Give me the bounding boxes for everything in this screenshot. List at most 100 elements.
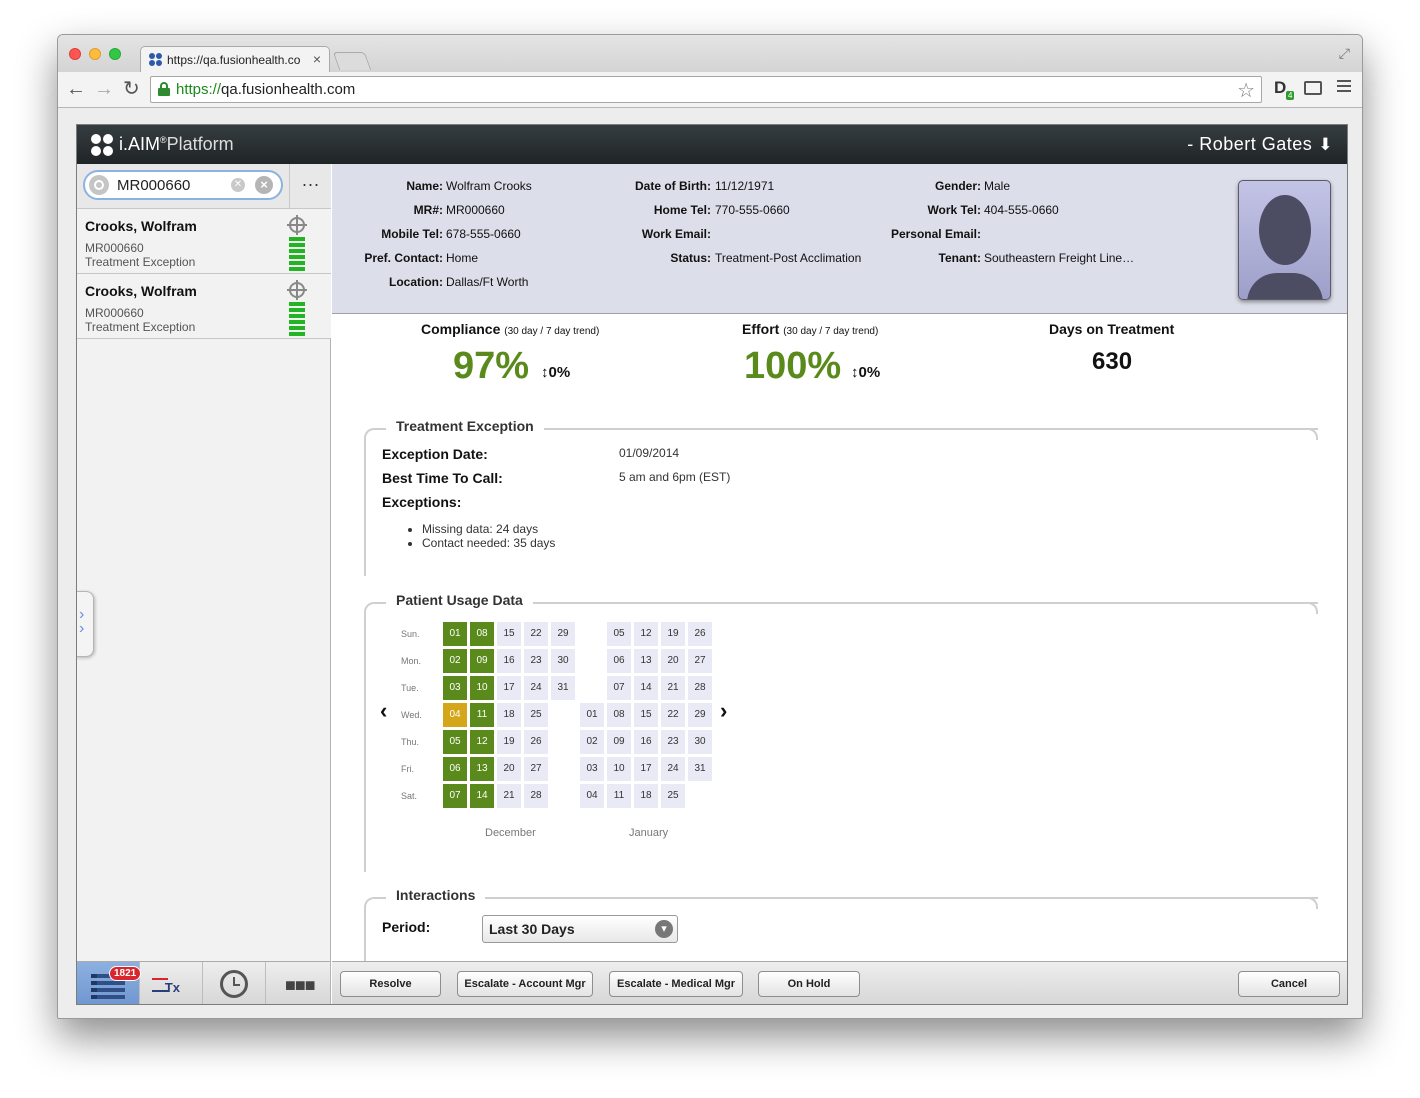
calendar-prev-icon[interactable]: ‹ <box>380 698 387 724</box>
escalate-medical-mgr-button[interactable]: Escalate - Medical Mgr <box>609 971 743 997</box>
calendar-day-january[interactable]: 12 <box>634 622 658 646</box>
calendar-day-december[interactable]: 04 <box>443 703 467 727</box>
search-input[interactable] <box>115 176 225 195</box>
calendar-day-december[interactable]: 09 <box>470 649 494 673</box>
calendar-day-january[interactable]: 06 <box>607 649 631 673</box>
calendar-day-january[interactable]: 19 <box>661 622 685 646</box>
calendar-day-january[interactable]: 29 <box>688 703 712 727</box>
calendar-day-january[interactable]: 28 <box>688 676 712 700</box>
url-text[interactable]: https://qa.fusionhealth.com <box>176 81 355 98</box>
calendar-day-january[interactable]: 04 <box>580 784 604 808</box>
user-menu[interactable]: - Robert Gates ⬇ <box>1187 134 1333 155</box>
cancel-button[interactable]: Cancel <box>1238 971 1340 997</box>
fullscreen-icon[interactable]: ⤢ <box>1339 45 1350 62</box>
target-icon[interactable] <box>287 280 307 300</box>
calendar-day-january[interactable]: 18 <box>634 784 658 808</box>
calendar-day-january[interactable]: 05 <box>607 622 631 646</box>
patient-list-item[interactable]: Crooks, Wolfram MR000660 Treatment Excep… <box>77 209 331 274</box>
nav-treatment-button[interactable]: Tx <box>140 962 203 1004</box>
calendar-day-december[interactable]: 24 <box>524 676 548 700</box>
calendar-day-december[interactable]: 15 <box>497 622 521 646</box>
calendar-day-december[interactable]: 10 <box>470 676 494 700</box>
calendar-day-january[interactable]: 24 <box>661 757 685 781</box>
calendar-day-january[interactable]: 30 <box>688 730 712 754</box>
calendar-day-december[interactable]: 18 <box>497 703 521 727</box>
calendar-day-december[interactable]: 23 <box>524 649 548 673</box>
minimize-window-icon[interactable] <box>89 48 101 60</box>
calendar-day-december[interactable]: 29 <box>551 622 575 646</box>
calendar-day-december[interactable]: 17 <box>497 676 521 700</box>
calendar-day-december[interactable]: 16 <box>497 649 521 673</box>
calendar-day-december[interactable]: 30 <box>551 649 575 673</box>
calendar-day-january[interactable]: 25 <box>661 784 685 808</box>
address-bar[interactable]: https://qa.fusionhealth.com ☆ <box>150 76 1262 103</box>
calendar-day-december[interactable]: 27 <box>524 757 548 781</box>
calendar-day-january[interactable]: 31 <box>688 757 712 781</box>
extension-d-icon[interactable]: D <box>1274 78 1286 98</box>
calendar-day-december[interactable]: 12 <box>470 730 494 754</box>
clear-icon[interactable]: ✕ <box>231 178 245 192</box>
calendar-day-december[interactable]: 21 <box>497 784 521 808</box>
calendar-day-january[interactable]: 01 <box>580 703 604 727</box>
calendar-day-january[interactable]: 15 <box>634 703 658 727</box>
calendar-day-december[interactable]: 28 <box>524 784 548 808</box>
calendar-day-january[interactable]: 23 <box>661 730 685 754</box>
back-icon[interactable]: ← <box>66 77 86 101</box>
menu-icon[interactable] <box>1337 80 1351 95</box>
calendar-day-january[interactable]: 14 <box>634 676 658 700</box>
calendar-day-december[interactable]: 13 <box>470 757 494 781</box>
resolve-button[interactable]: Resolve <box>340 971 441 997</box>
calendar-day-january[interactable]: 13 <box>634 649 658 673</box>
nav-more-button[interactable]: ■■■ <box>266 962 329 1004</box>
expand-panel-tab[interactable]: › › <box>77 591 94 657</box>
calendar-day-january[interactable]: 07 <box>607 676 631 700</box>
calendar-day-january[interactable]: 08 <box>607 703 631 727</box>
calendar-day-january[interactable]: 21 <box>661 676 685 700</box>
patient-list-item[interactable]: Crooks, Wolfram MR000660 Treatment Excep… <box>77 274 331 339</box>
calendar-day-december[interactable]: 06 <box>443 757 467 781</box>
browser-tab[interactable]: https://qa.fusionhealth.co × <box>140 46 330 73</box>
calendar-day-january[interactable]: 03 <box>580 757 604 781</box>
calendar-day-january[interactable]: 10 <box>607 757 631 781</box>
cancel-search-icon[interactable]: × <box>255 176 273 194</box>
search-field[interactable]: ✕ × <box>83 170 283 200</box>
period-select[interactable]: Last 30 Days ▾ <box>482 915 678 943</box>
escalate-account-mgr-button[interactable]: Escalate - Account Mgr <box>457 971 593 997</box>
calendar-day-december[interactable]: 05 <box>443 730 467 754</box>
calendar-day-january[interactable]: 17 <box>634 757 658 781</box>
calendar-day-december[interactable]: 02 <box>443 649 467 673</box>
calendar-day-january[interactable]: 11 <box>607 784 631 808</box>
forward-icon[interactable]: → <box>94 77 114 101</box>
calendar-next-icon[interactable]: › <box>720 698 727 724</box>
calendar-day-december[interactable]: 31 <box>551 676 575 700</box>
nav-history-button[interactable] <box>203 962 266 1004</box>
close-window-icon[interactable] <box>69 48 81 60</box>
bookmark-star-icon[interactable]: ☆ <box>1237 78 1255 103</box>
nav-worklist-button[interactable]: 1821 <box>77 962 142 1004</box>
calendar-day-december[interactable]: 08 <box>470 622 494 646</box>
search-options-button[interactable]: ··· <box>289 164 331 209</box>
calendar-day-january[interactable]: 02 <box>580 730 604 754</box>
calendar-day-january[interactable]: 20 <box>661 649 685 673</box>
new-tab-button[interactable] <box>332 52 372 70</box>
calendar-day-december[interactable]: 20 <box>497 757 521 781</box>
cast-icon[interactable] <box>1304 81 1322 95</box>
calendar-day-december[interactable]: 26 <box>524 730 548 754</box>
calendar-day-january[interactable]: 26 <box>688 622 712 646</box>
calendar-day-december[interactable]: 11 <box>470 703 494 727</box>
calendar-day-december[interactable]: 01 <box>443 622 467 646</box>
on-hold-button[interactable]: On Hold <box>758 971 860 997</box>
calendar-day-december[interactable]: 22 <box>524 622 548 646</box>
calendar-day-december[interactable]: 07 <box>443 784 467 808</box>
calendar-day-december[interactable]: 14 <box>470 784 494 808</box>
reload-icon[interactable]: ↻ <box>123 77 140 101</box>
calendar-day-december[interactable]: 19 <box>497 730 521 754</box>
calendar-day-january[interactable]: 09 <box>607 730 631 754</box>
calendar-day-december[interactable]: 25 <box>524 703 548 727</box>
tab-close-icon[interactable]: × <box>313 51 321 67</box>
target-icon[interactable] <box>287 215 307 235</box>
calendar-day-january[interactable]: 16 <box>634 730 658 754</box>
calendar-day-january[interactable]: 27 <box>688 649 712 673</box>
zoom-window-icon[interactable] <box>109 48 121 60</box>
calendar-day-december[interactable]: 03 <box>443 676 467 700</box>
